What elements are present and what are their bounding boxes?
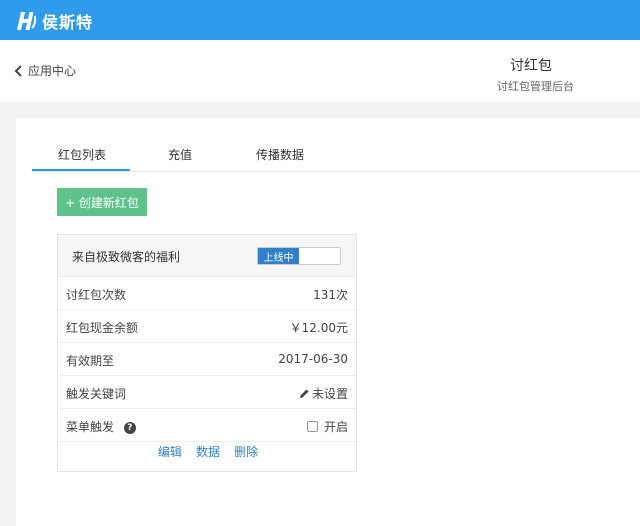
tab-bar: 红包列表 充值 传播数据	[32, 138, 640, 172]
brand-name: 侯斯特	[42, 13, 94, 32]
checkbox-label: 开启	[323, 420, 348, 434]
table-row: 触发关键词 未设置	[58, 376, 356, 409]
page-header: 应用中心 讨红包 讨红包管理后台	[0, 40, 640, 102]
row-label: 菜单触发	[66, 420, 115, 434]
row-label: 讨红包次数	[66, 288, 127, 302]
brand-logo-icon	[17, 12, 37, 30]
card-actions: 编辑 数据 删除	[58, 443, 358, 460]
create-redpacket-button[interactable]: + 创建新红包	[57, 188, 147, 216]
tab-spread-data[interactable]: 传播数据	[256, 146, 304, 163]
redpacket-card: 来自极致微客的福利 上线中 讨红包次数 131次 红包现金余额 ￥12.00元 …	[57, 234, 357, 472]
data-link[interactable]: 数据	[196, 445, 220, 459]
row-value: ￥12.00元	[289, 321, 348, 335]
online-toggle-label: 上线中	[258, 248, 299, 264]
row-value: 131次	[313, 288, 348, 302]
row-label: 有效期至	[66, 354, 115, 368]
active-tab-indicator	[32, 169, 130, 171]
card-header: 来自极致微客的福利 上线中	[58, 235, 356, 277]
edit-link[interactable]: 编辑	[158, 445, 182, 459]
row-label-with-help: 菜单触发 ?	[66, 418, 136, 435]
table-row: 红包现金余额 ￥12.00元	[58, 310, 356, 343]
page-title: 讨红包	[510, 58, 552, 74]
brand-logo[interactable]: 侯斯特	[14, 9, 93, 33]
page-subtitle: 讨红包管理后台	[497, 80, 574, 93]
card-title: 来自极致微客的福利	[72, 250, 181, 264]
tab-recharge[interactable]: 充值	[168, 146, 192, 163]
question-circle-icon[interactable]: ?	[123, 421, 136, 434]
top-navbar: 侯斯特	[0, 0, 640, 40]
table-row: 菜单触发 ? 开启	[58, 409, 356, 442]
delete-link[interactable]: 删除	[234, 445, 258, 459]
back-link-label: 应用中心	[28, 64, 77, 78]
menu-trigger-checkbox[interactable]: 开启	[306, 418, 348, 435]
keyword-value: 未设置	[311, 387, 348, 401]
online-toggle[interactable]: 上线中	[257, 247, 341, 265]
pencil-icon	[299, 389, 309, 398]
main-panel: 红包列表 充值 传播数据 + 创建新红包 来自极致微客的福利 上线中 讨红包次数…	[16, 118, 640, 526]
tab-redpacket-list[interactable]: 红包列表	[58, 146, 106, 163]
row-label: 红包现金余额	[66, 321, 139, 335]
checkbox-icon	[306, 421, 318, 432]
row-value: 2017-06-30	[278, 352, 348, 366]
chevron-left-icon	[14, 64, 22, 77]
row-label: 触发关键词	[66, 387, 127, 401]
keyword-edit-link[interactable]: 未设置	[299, 385, 348, 402]
table-row: 有效期至 2017-06-30	[58, 343, 356, 376]
table-row: 讨红包次数 131次	[58, 277, 356, 310]
back-link[interactable]: 应用中心	[14, 62, 76, 79]
